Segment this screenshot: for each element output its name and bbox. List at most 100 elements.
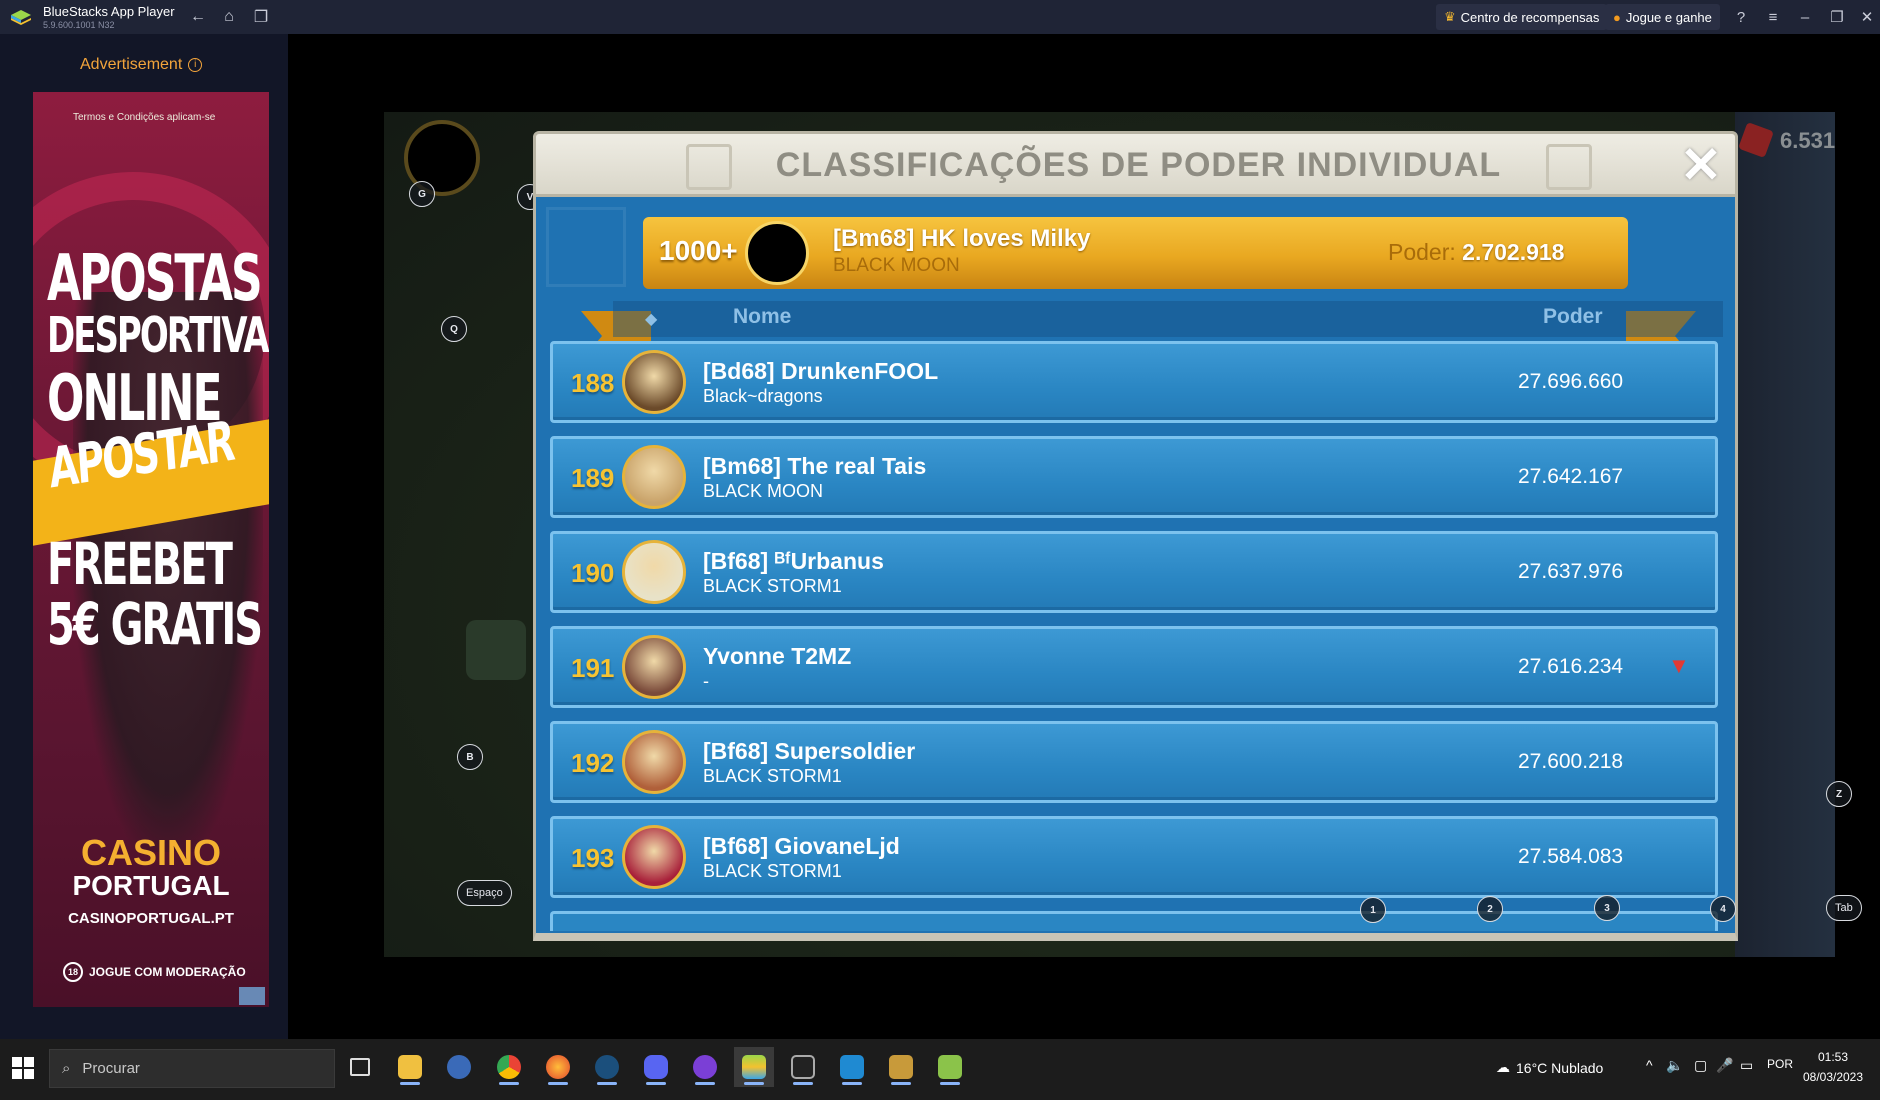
ad-brand-portugal: PORTUGAL [72,870,230,901]
power-rankings-dialog: CLASSIFICAÇÕES DE PODER INDIVIDUAL ✕ 100… [533,131,1738,941]
keymap-tab[interactable]: Tab [1826,895,1862,921]
rewards-center-button[interactable]: ♛ Centro de recompensas [1436,4,1608,30]
player-power: 27.637.976 [1518,560,1624,583]
menu-icon[interactable]: ≡ [1762,6,1784,28]
table-row[interactable]: 188 [Bd68] DrunkenFOOL Black~dragons 27.696… [550,341,1718,423]
player-guild: Black~dragons [703,386,823,406]
taskbar-search[interactable]: ⌕ Procurar [49,1049,335,1088]
network-icon[interactable]: ▭ [1740,1057,1753,1074]
info-icon[interactable]: i [188,57,203,72]
table-row-partial [550,911,1718,931]
keymap-g[interactable]: G [409,181,435,207]
side-quest-icon[interactable] [466,620,526,680]
ad-moderation: 18 JOGUE COM MODERAÇÃO [63,962,246,982]
close-window-icon[interactable]: ✕ [1856,6,1878,28]
github-icon[interactable] [685,1047,725,1087]
language-indicator[interactable]: POR [1767,1057,1793,1071]
keymap-4[interactable]: 4 [1710,896,1736,922]
keymap-3[interactable]: 3 [1594,895,1620,921]
table-row[interactable]: 189 [Bm68] The real Tais BLACK MOON 27.642.… [550,436,1718,518]
rank-down-arrow-icon: ▼ [1668,653,1690,678]
player-guild: - [703,671,709,691]
player-name: [Bd68] DrunkenFOOL [703,358,939,384]
tray-expand-icon[interactable]: ^ [1646,1057,1653,1073]
my-rank: 1000+ [659,235,738,266]
player-avatar[interactable] [622,540,686,604]
windows-start-icon[interactable] [12,1057,34,1079]
minimize-icon[interactable]: – [1794,6,1816,28]
ad-banner[interactable]: Termos e Condições aplicam-se APOSTAS DE… [33,92,269,1007]
taskbar-search-placeholder: Procurar [82,1060,140,1077]
advertisement-text: Advertisement [80,56,183,73]
file-explorer-icon[interactable] [390,1047,430,1087]
terminal-icon[interactable] [783,1047,823,1087]
volume-icon[interactable]: 🔈 [1666,1057,1683,1074]
advertisement-panel: Advertisement i Termos e Condições aplica… [0,34,288,1039]
multi-instance-icon[interactable]: ❐ [250,6,272,28]
rewards-center-label: Centro de recompensas [1460,9,1600,25]
player-avatar[interactable] [622,635,686,699]
ad-moderation-text: JOGUE COM MODERAÇÃO [89,965,246,979]
table-row[interactable]: 190 [Bf68] ᴮᶠUrbanus BLACK STORM1 27.637.97… [550,531,1718,613]
player-power: 27.616.234 [1518,655,1624,678]
keymap-1[interactable]: 1 [1360,897,1386,923]
my-power-label: Poder: [1388,239,1456,265]
player-avatar[interactable] [622,350,686,414]
player-power: 27.584.083 [1518,845,1624,868]
player-avatar[interactable] [622,730,686,794]
game-app-icon[interactable] [881,1047,921,1087]
table-row[interactable]: 193 [Bf68] GiovaneLjd BLACK STORM1 27.584.0… [550,816,1718,898]
resource-value: 6.531 [1780,128,1836,153]
row-rank: 192 [571,748,615,778]
keymap-z[interactable]: Z [1826,781,1852,807]
close-dialog-button[interactable]: ✕ [1676,140,1726,192]
ad-brand-casino: CASINO [80,832,221,873]
play-and-win-button[interactable]: ● Jogue e ganhe [1605,4,1720,30]
home-icon[interactable]: ⌂ [218,6,240,28]
my-power: Poder: 2.702.918 [1388,239,1564,266]
task-view-icon[interactable] [340,1047,380,1087]
player-power: 27.600.218 [1518,750,1624,773]
meet-icon[interactable]: ▢ [1694,1057,1707,1074]
ad-terms: Termos e Condições aplicam-se [73,112,216,123]
player-guild: BLACK MOON [703,481,824,501]
crown-icon: ♛ [1444,9,1456,24]
table-row[interactable]: 191 Yvonne T2MZ - 27.616.234 ▼ [550,626,1718,708]
back-icon[interactable]: ← [187,6,209,28]
clock[interactable]: 01:53 08/03/2023 [1795,1047,1871,1087]
clock-date: 08/03/2023 [1802,1070,1864,1084]
player-name: [Bf68] GiovaneLjd [703,833,900,859]
ad-headline-1: APOSTAS [47,242,263,316]
advertisement-label: Advertisement i [80,56,203,74]
notepad-icon[interactable] [930,1047,970,1087]
restore-icon[interactable]: ❐ [1826,6,1848,28]
steam-icon[interactable] [587,1047,627,1087]
ad-offer-1: FREEBET [47,532,233,599]
player-guild: BLACK STORM1 [703,861,842,881]
keymap-q[interactable]: Q [441,316,467,342]
discord-icon[interactable] [636,1047,676,1087]
table-row[interactable]: 192 [Bf68] Supersoldier BLACK STORM1 27.600… [550,721,1718,803]
ad-site: CASINOPORTUGAL.PT [68,910,234,927]
bluestacks-title-bar: BlueStacks App Player 5.9.600.1001 N32 ←… [0,0,1880,34]
browser-app-icon[interactable] [439,1047,479,1087]
player-avatar[interactable] [622,445,686,509]
chrome-icon[interactable] [489,1047,529,1087]
help-icon[interactable]: ? [1730,6,1752,28]
player-power: 27.696.660 [1518,370,1624,393]
bluestacks-taskbar-icon[interactable] [734,1047,774,1087]
keymap-2[interactable]: 2 [1477,896,1503,922]
keymap-b[interactable]: B [457,744,483,770]
player-avatar[interactable] [622,825,686,889]
firefox-icon[interactable] [538,1047,578,1087]
my-avatar [745,221,809,285]
microphone-icon[interactable]: 🎤 [1716,1057,1733,1074]
player-guild: BLACK STORM1 [703,576,842,596]
row-rank: 188 [571,368,615,398]
weather-widget[interactable]: ☁ 16°C Nublado [1496,1059,1603,1076]
body-pattern [546,207,626,287]
adchoices-icon[interactable] [239,987,265,1005]
bluestacks-logo-icon [11,10,31,25]
keymap-space[interactable]: Espaço [457,880,512,906]
vscode-icon[interactable] [832,1047,872,1087]
